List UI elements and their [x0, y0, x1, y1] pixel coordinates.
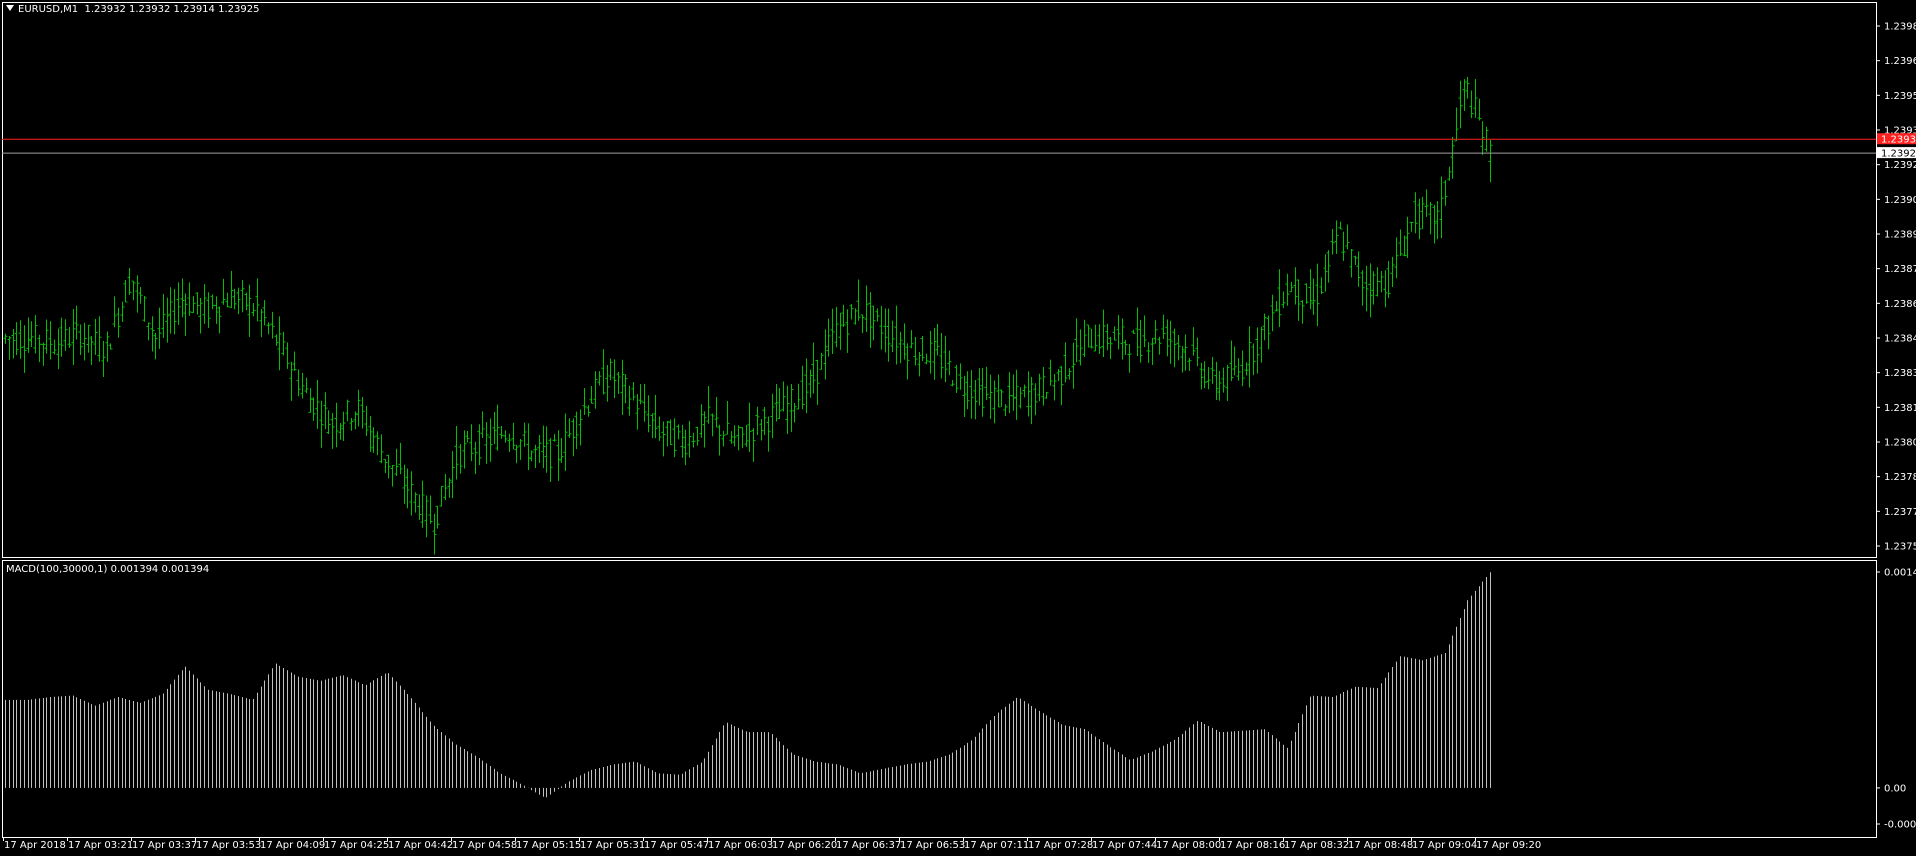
time-tick-label: 17 Apr 04:42 [388, 840, 453, 851]
macd-histogram [5, 572, 1491, 798]
price-tick-label: 1.23965 [1884, 56, 1916, 67]
main-frame [2, 2, 1877, 558]
time-tick-label: 17 Apr 2018 [4, 840, 66, 851]
time-tick-label: 17 Apr 07:11 [964, 840, 1029, 851]
time-tick-label: 17 Apr 08:32 [1284, 840, 1349, 851]
time-tick-label: 17 Apr 07:44 [1092, 840, 1157, 851]
time-tick-label: 17 Apr 09:04 [1412, 840, 1477, 851]
price-tick-label: 1.23950 [1884, 91, 1916, 102]
price-axis: 1.239801.239651.239501.239351.239201.239… [1876, 22, 1916, 553]
time-tick-label: 17 Apr 08:00 [1156, 840, 1221, 851]
time-tick-label: 17 Apr 04:09 [260, 840, 325, 851]
price-tick-label: 1.23755 [1884, 542, 1916, 553]
time-tick-label: 17 Apr 09:20 [1476, 840, 1541, 851]
price-tick-label: 1.23845 [1884, 334, 1916, 345]
macd-tick-label: 0.00 [1884, 783, 1906, 794]
price-tick-label: 1.23800 [1884, 438, 1916, 449]
price-tick-label: 1.23875 [1884, 264, 1916, 275]
time-tick-label: 17 Apr 06:37 [836, 840, 901, 851]
time-tick-label: 17 Apr 05:47 [644, 840, 709, 851]
time-tick-label: 17 Apr 06:03 [708, 840, 773, 851]
time-tick-label: 17 Apr 08:16 [1220, 840, 1285, 851]
price-tick-label: 1.23980 [1884, 22, 1916, 33]
time-tick-label: 17 Apr 05:31 [580, 840, 645, 851]
price-tick-label: 1.23830 [1884, 368, 1916, 379]
time-tick-label: 17 Apr 04:58 [452, 840, 517, 851]
time-tick-label: 17 Apr 06:53 [900, 840, 965, 851]
time-tick-label: 17 Apr 05:15 [516, 840, 581, 851]
time-tick-label: 17 Apr 08:48 [1348, 840, 1413, 851]
macd-axis: 0.001472 0.00 -0.000246 [1876, 568, 1916, 831]
price-tick-label: 1.23815 [1884, 403, 1916, 414]
price-bars [3, 76, 1493, 555]
price-tick-label: 1.23770 [1884, 507, 1916, 518]
price-lines [2, 138, 1876, 154]
time-tick-label: 17 Apr 04:25 [324, 840, 389, 851]
ask-price-label: 1.23931 [1881, 135, 1916, 146]
time-tick-label: 17 Apr 03:53 [196, 840, 261, 851]
price-tick-label: 1.23905 [1884, 195, 1916, 206]
bid-price-label: 1.23925 [1881, 149, 1916, 160]
time-tick-label: 17 Apr 03:21 [68, 840, 133, 851]
macd-tick-label: 0.001472 [1884, 568, 1916, 579]
trading-chart[interactable]: 1.239801.239651.239501.239351.239201.239… [0, 0, 1916, 856]
price-tick-label: 1.23890 [1884, 230, 1916, 241]
price-tick-label: 1.23785 [1884, 472, 1916, 483]
price-tick-label: 1.23920 [1884, 160, 1916, 171]
macd-tick-label: -0.000246 [1884, 820, 1916, 831]
price-tick-label: 1.23860 [1884, 299, 1916, 310]
time-axis: 17 Apr 2018 17 Apr 03:2117 Apr 03:3717 Ap… [3, 837, 1541, 851]
time-tick-label: 17 Apr 06:20 [772, 840, 837, 851]
time-tick-label: 17 Apr 07:28 [1028, 840, 1093, 851]
time-tick-label: 17 Apr 03:37 [132, 840, 197, 851]
